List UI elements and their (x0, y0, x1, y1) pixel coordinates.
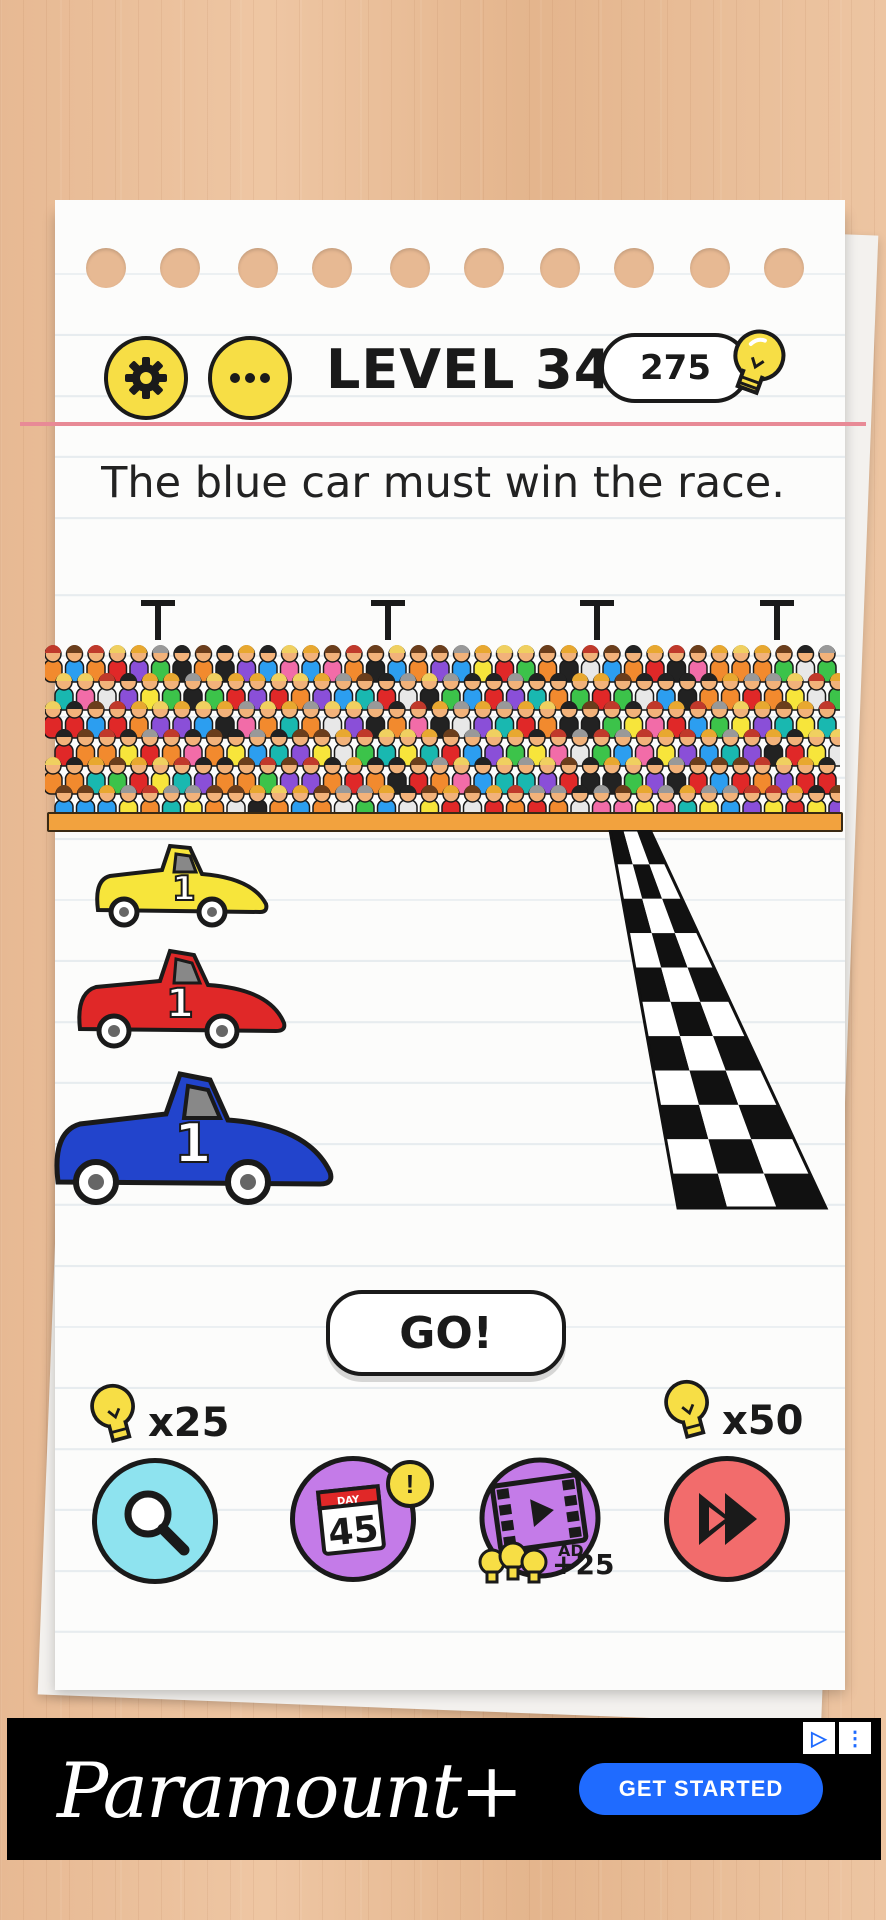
red-car-number: 1 (166, 981, 194, 1027)
binder-hole (238, 248, 278, 288)
crowd-person (290, 785, 311, 815)
fast-forward-icon (699, 1493, 757, 1545)
crowd-person (634, 785, 655, 815)
magnifier-icon (124, 1490, 190, 1556)
ad-brand-logo: Paramount+ (57, 1746, 524, 1835)
binder-hole (312, 248, 352, 288)
crowd-person (140, 785, 160, 815)
crowd-person (591, 785, 612, 815)
crowd-person (419, 785, 440, 815)
skip-hint-cost: x50 (722, 1398, 804, 1444)
crowd-person (677, 785, 698, 815)
crowd-person (269, 785, 289, 815)
crowd-person (355, 785, 375, 815)
crowd-person (161, 785, 182, 815)
instruction-text: The blue car must win the race. (101, 458, 785, 508)
crowd-person (441, 785, 461, 815)
margin-line (20, 422, 866, 426)
ad-cta-button[interactable]: GET STARTED (579, 1763, 823, 1815)
more-icon (230, 373, 270, 383)
lightbulb-icon (664, 1379, 709, 1440)
red-car[interactable]: 1 (74, 945, 290, 1049)
ad-reward: +25 (552, 1548, 615, 1581)
yellow-car[interactable]: 1 (92, 840, 272, 928)
daily-day-number: 45 (326, 1509, 380, 1555)
search-hint-cost: x25 (148, 1400, 230, 1446)
crowd-person (656, 785, 676, 815)
wood-footer (0, 1860, 886, 1920)
lightbulb-icon (733, 329, 786, 396)
binder-hole (86, 248, 126, 288)
binder-hole (764, 248, 804, 288)
crowd-person (204, 785, 225, 815)
crowd-person (527, 785, 547, 815)
daily-alert-badge: ! (386, 1460, 434, 1508)
crowd-person (118, 785, 139, 815)
crowd-person (462, 785, 483, 815)
crowd-person (548, 785, 569, 815)
search-hint-button[interactable] (92, 1458, 218, 1584)
skip-level-button[interactable] (664, 1456, 790, 1582)
calendar-icon: DAY 45 (315, 1484, 386, 1556)
finish-line (608, 830, 829, 1210)
binder-hole (690, 248, 730, 288)
crowd-person (828, 785, 840, 815)
crowd-person (613, 785, 633, 815)
hint-counter-value: 275 (640, 348, 711, 388)
binder-hole (464, 248, 504, 288)
crowd-person (785, 785, 805, 815)
checker-square (671, 1173, 728, 1208)
crowd-person (570, 785, 590, 815)
crowd-person (312, 785, 332, 815)
go-button[interactable]: GO! (326, 1290, 566, 1376)
crowd-person (505, 785, 526, 815)
crowd-person (226, 785, 246, 815)
crowd-person (398, 785, 418, 815)
binder-hole (390, 248, 430, 288)
crowd-person (742, 785, 762, 815)
crowd-person (54, 785, 74, 815)
crowd-person (75, 785, 96, 815)
crowd-person (97, 785, 117, 815)
binder-hole (614, 248, 654, 288)
binder-hole (540, 248, 580, 288)
crowd-person (699, 785, 719, 815)
blue-car[interactable]: 1 (52, 1066, 338, 1206)
crowd-person (763, 785, 784, 815)
crowd-person (484, 785, 504, 815)
crowd (45, 645, 840, 815)
ad-banner[interactable]: Paramount+ GET STARTED ▷ ⋮ (7, 1718, 881, 1860)
yellow-car-number: 1 (172, 869, 196, 909)
crowd-person (806, 785, 827, 815)
gear-icon (125, 357, 167, 399)
crowd-person (720, 785, 741, 815)
crowd-person (247, 785, 268, 815)
bulbs-reward-icon (478, 1541, 548, 1584)
ad-choices[interactable]: ▷ ⋮ (803, 1722, 871, 1754)
ad-choices-icon[interactable]: ▷ (803, 1722, 835, 1754)
crowd-person (376, 785, 397, 815)
settings-button[interactable] (104, 336, 188, 420)
blue-car-number: 1 (174, 1112, 212, 1175)
more-button[interactable] (208, 336, 292, 420)
binder-hole (160, 248, 200, 288)
crowd-person (183, 785, 203, 815)
ad-options-icon[interactable]: ⋮ (839, 1722, 871, 1754)
lightbulb-icon (90, 1383, 135, 1444)
stand-ledge (47, 812, 843, 832)
crowd-person (333, 785, 354, 815)
